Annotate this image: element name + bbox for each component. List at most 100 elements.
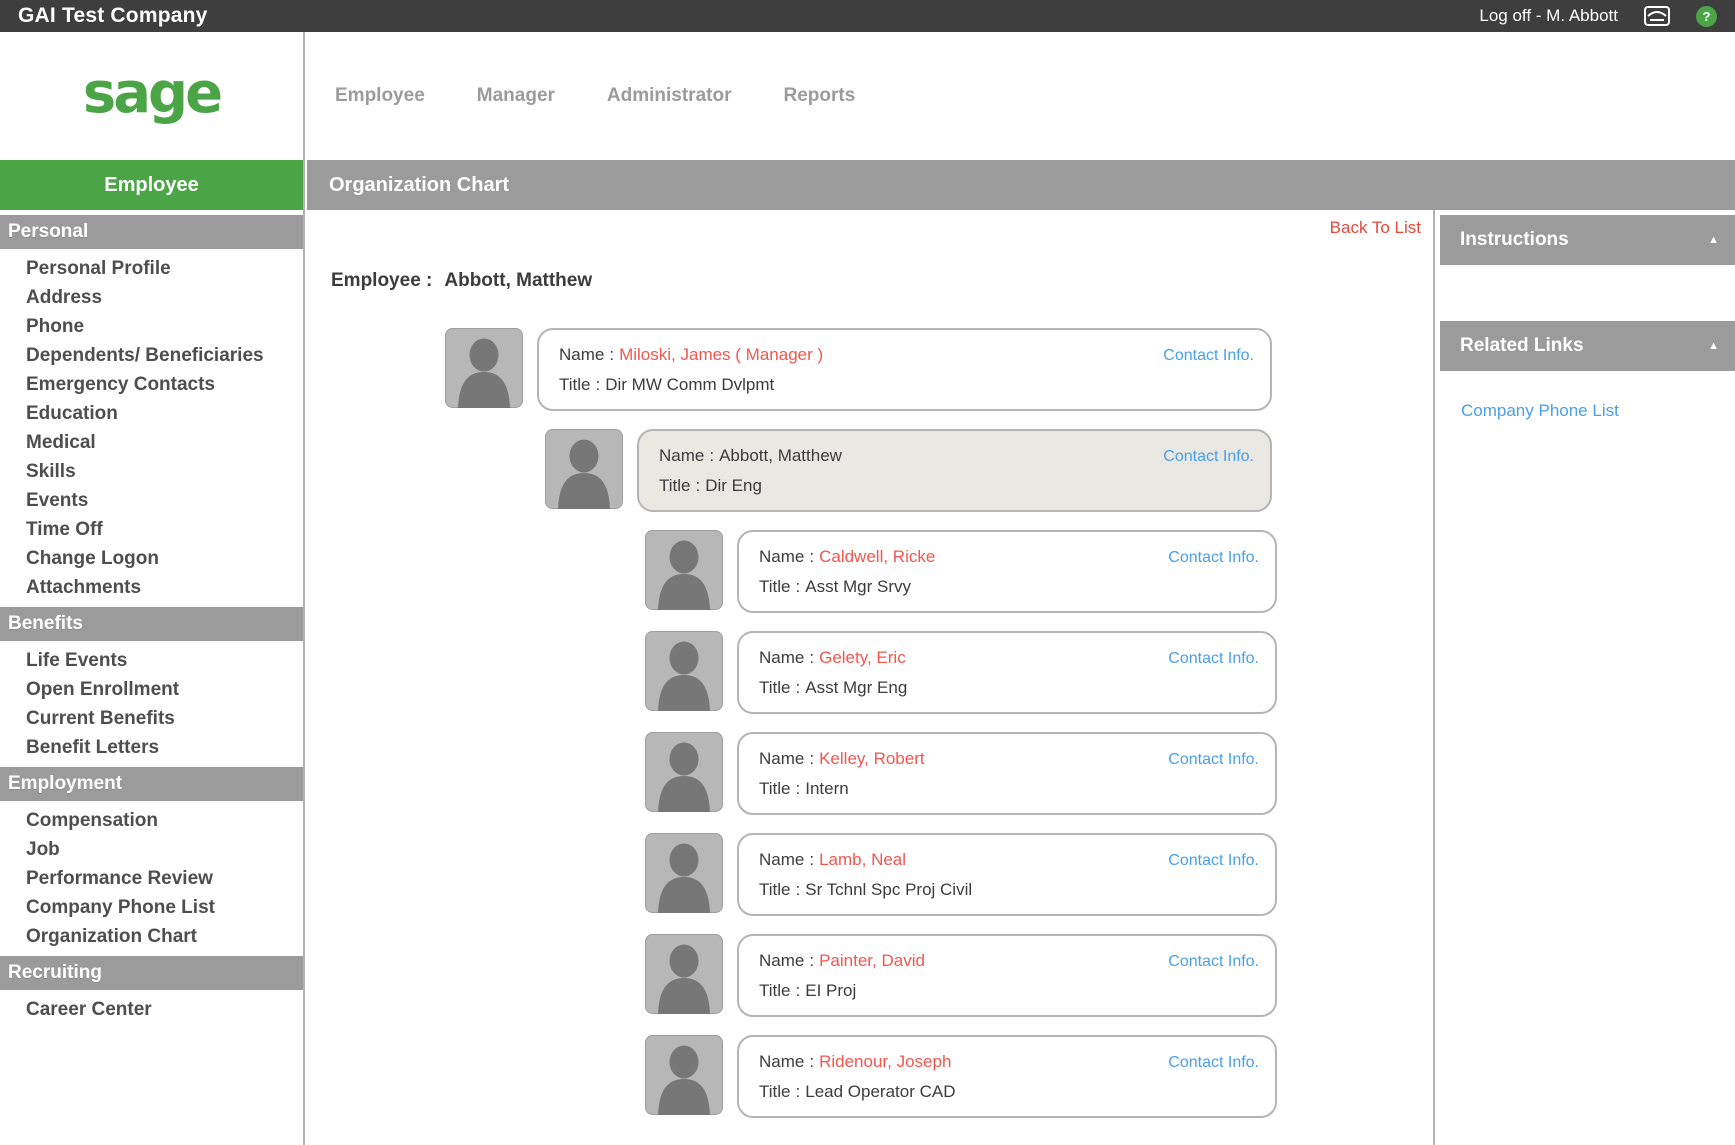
sidebar-item-benefit-letters[interactable]: Benefit Letters xyxy=(0,733,303,762)
related-links-panel-header[interactable]: Related Links ▲ xyxy=(1440,321,1735,371)
back-to-list-link[interactable]: Back To List xyxy=(1330,218,1421,237)
collapse-arrow-icon[interactable]: ▲ xyxy=(1708,340,1719,352)
avatar xyxy=(645,833,723,913)
title-label: Title xyxy=(759,774,791,803)
sidebar-module-tab-employee[interactable]: Employee xyxy=(0,160,303,210)
tab-employee[interactable]: Employee xyxy=(335,85,425,107)
org-chart-row: Name : Miloski, James ( Manager ) Contac… xyxy=(445,328,1433,411)
company-phone-list-link[interactable]: Company Phone List xyxy=(1461,401,1735,421)
page-title: Organization Chart xyxy=(307,160,1735,210)
sidebar-item-change-logon[interactable]: Change Logon xyxy=(0,544,303,573)
avatar xyxy=(645,934,723,1014)
employee-card[interactable]: Name : Caldwell, Ricke Contact Info. Tit… xyxy=(737,530,1277,613)
avatar xyxy=(645,530,723,610)
employee-card-name: Caldwell, Ricke xyxy=(819,542,935,571)
sidebar-item-dependents-beneficiaries[interactable]: Dependents/ Beneficiaries xyxy=(0,341,303,370)
sidebar-item-time-off[interactable]: Time Off xyxy=(0,515,303,544)
sidebar-item-emergency-contacts[interactable]: Emergency Contacts xyxy=(0,370,303,399)
org-chart-row: Name : Abbott, Matthew Contact Info. Tit… xyxy=(545,429,1433,512)
avatar xyxy=(445,328,523,408)
sidebar-section-personal: Personal xyxy=(0,215,303,249)
employee-card[interactable]: Name : Gelety, Eric Contact Info. Title … xyxy=(737,631,1277,714)
employee-label: Employee : xyxy=(331,270,432,292)
avatar xyxy=(645,1035,723,1115)
org-chart-row: Name : Lamb, Neal Contact Info. Title : … xyxy=(645,833,1433,916)
title-label: Title xyxy=(559,370,591,399)
sage-logo: sage xyxy=(83,66,220,126)
employee-card-title: Asst Mgr Srvy xyxy=(805,572,911,601)
envelope-icon[interactable] xyxy=(1644,6,1670,26)
employee-card-selected[interactable]: Name : Abbott, Matthew Contact Info. Tit… xyxy=(637,429,1272,512)
employee-card-title: Intern xyxy=(805,774,848,803)
name-label: Name xyxy=(759,946,804,975)
instructions-panel-body xyxy=(1435,265,1735,316)
sidebar-item-compensation[interactable]: Compensation xyxy=(0,806,303,835)
employee-card-title: Sr Tchnl Spc Proj Civil xyxy=(805,875,972,904)
org-chart-row: Name : Gelety, Eric Contact Info. Title … xyxy=(645,631,1433,714)
sidebar: sage Employee Personal Personal Profile … xyxy=(0,32,305,1145)
sidebar-item-company-phone-list[interactable]: Company Phone List xyxy=(0,893,303,922)
title-label: Title xyxy=(759,673,791,702)
contact-info-link[interactable]: Contact Info. xyxy=(1158,543,1259,572)
employee-card[interactable]: Name : Miloski, James ( Manager ) Contac… xyxy=(537,328,1272,411)
help-icon[interactable]: ? xyxy=(1696,6,1717,27)
tab-administrator[interactable]: Administrator xyxy=(607,85,732,107)
logoff-link[interactable]: Log off - M. Abbott xyxy=(1479,6,1618,26)
tab-reports[interactable]: Reports xyxy=(783,85,855,107)
collapse-arrow-icon[interactable]: ▲ xyxy=(1708,234,1719,246)
sidebar-item-career-center[interactable]: Career Center xyxy=(0,995,303,1024)
employee-line: Employee : Abbott, Matthew xyxy=(331,270,1433,292)
title-label: Title xyxy=(759,572,791,601)
title-label: Title xyxy=(759,875,791,904)
sidebar-item-job[interactable]: Job xyxy=(0,835,303,864)
sidebar-item-skills[interactable]: Skills xyxy=(0,457,303,486)
employee-card[interactable]: Name : Lamb, Neal Contact Info. Title : … xyxy=(737,833,1277,916)
org-chart-row: Name : Kelley, Robert Contact Info. Titl… xyxy=(645,732,1433,815)
sidebar-section-employment: Employment xyxy=(0,767,303,801)
main-area: Employee Manager Administrator Reports O… xyxy=(307,32,1735,1145)
contact-info-link[interactable]: Contact Info. xyxy=(1158,947,1259,976)
instructions-panel-header[interactable]: Instructions ▲ xyxy=(1440,215,1735,265)
sidebar-item-open-enrollment[interactable]: Open Enrollment xyxy=(0,675,303,704)
sidebar-item-education[interactable]: Education xyxy=(0,399,303,428)
employee-card[interactable]: Name : Ridenour, Joseph Contact Info. Ti… xyxy=(737,1035,1277,1118)
sidebar-item-personal-profile[interactable]: Personal Profile xyxy=(0,254,303,283)
tab-manager[interactable]: Manager xyxy=(477,85,555,107)
sidebar-item-organization-chart[interactable]: Organization Chart xyxy=(0,922,303,951)
org-chart-row: Name : Ridenour, Joseph Contact Info. Ti… xyxy=(645,1035,1433,1118)
sidebar-item-current-benefits[interactable]: Current Benefits xyxy=(0,704,303,733)
employee-card-title: Lead Operator CAD xyxy=(805,1077,955,1106)
employee-card[interactable]: Name : Painter, David Contact Info. Titl… xyxy=(737,934,1277,1017)
name-label: Name xyxy=(759,744,804,773)
name-label: Name xyxy=(759,845,804,874)
employee-card-name: Miloski, James ( Manager ) xyxy=(619,340,823,369)
name-label: Name xyxy=(659,441,704,470)
contact-info-link[interactable]: Contact Info. xyxy=(1158,644,1259,673)
logo-box: sage xyxy=(0,32,303,160)
company-title: GAI Test Company xyxy=(18,4,208,28)
related-links-title: Related Links xyxy=(1460,335,1584,357)
contact-info-link[interactable]: Contact Info. xyxy=(1158,1048,1259,1077)
name-label: Name xyxy=(759,1047,804,1076)
sidebar-item-performance-review[interactable]: Performance Review xyxy=(0,864,303,893)
sidebar-item-medical[interactable]: Medical xyxy=(0,428,303,457)
sidebar-section-recruiting: Recruiting xyxy=(0,956,303,990)
contact-info-link[interactable]: Contact Info. xyxy=(1153,442,1254,471)
sidebar-item-attachments[interactable]: Attachments xyxy=(0,573,303,602)
name-label: Name xyxy=(759,542,804,571)
org-chart: Name : Miloski, James ( Manager ) Contac… xyxy=(307,328,1433,1118)
sidebar-item-events[interactable]: Events xyxy=(0,486,303,515)
org-chart-content: Back To List Employee : Abbott, Matthew … xyxy=(307,210,1433,1145)
sidebar-item-life-events[interactable]: Life Events xyxy=(0,646,303,675)
employee-card[interactable]: Name : Kelley, Robert Contact Info. Titl… xyxy=(737,732,1277,815)
sidebar-item-phone[interactable]: Phone xyxy=(0,312,303,341)
title-label: Title xyxy=(759,1077,791,1106)
employee-card-name: Abbott, Matthew xyxy=(719,441,842,470)
avatar xyxy=(645,631,723,711)
contact-info-link[interactable]: Contact Info. xyxy=(1153,341,1254,370)
sidebar-item-address[interactable]: Address xyxy=(0,283,303,312)
back-row: Back To List xyxy=(307,218,1433,240)
contact-info-link[interactable]: Contact Info. xyxy=(1158,745,1259,774)
name-label: Name xyxy=(559,340,604,369)
contact-info-link[interactable]: Contact Info. xyxy=(1158,846,1259,875)
